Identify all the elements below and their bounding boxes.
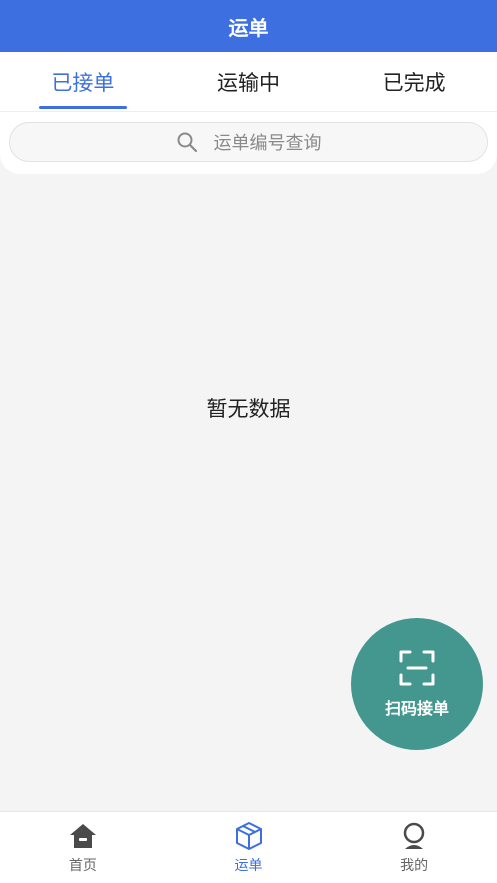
tab-label: 运输中 (217, 70, 280, 95)
tab-in-transit[interactable]: 运输中 (166, 52, 332, 111)
tabbar-item-profile[interactable]: 我的 (331, 812, 497, 883)
tabbar-label: 首页 (68, 857, 97, 874)
scan-icon (398, 649, 436, 687)
search-icon (176, 131, 198, 153)
tab-label: 已完成 (382, 70, 446, 95)
tab-bar: 已接单 运输中 已完成 (0, 52, 497, 112)
search-input[interactable]: 运单编号查询 (9, 122, 488, 162)
tab-label: 已接单 (51, 70, 115, 95)
bottom-tab-bar: 首页 运单 我的 (0, 811, 497, 883)
scan-accept-label: 扫码接单 (384, 699, 449, 718)
active-tab-indicator (38, 106, 127, 109)
tab-accepted[interactable]: 已接单 (0, 52, 166, 111)
search-placeholder: 运单编号查询 (213, 133, 322, 154)
app-header: 运单 (0, 0, 497, 52)
empty-state-text: 暂无数据 (206, 397, 291, 421)
tab-completed[interactable]: 已完成 (331, 52, 497, 111)
home-icon (68, 821, 98, 851)
profile-icon (399, 821, 429, 851)
tabbar-label: 我的 (400, 857, 429, 874)
search-section: 运单编号查询 (0, 112, 497, 174)
scan-accept-button[interactable]: 扫码接单 (351, 618, 483, 750)
page-title: 运单 (228, 15, 269, 40)
tabbar-item-home[interactable]: 首页 (0, 812, 166, 883)
package-icon (234, 821, 264, 851)
tabbar-label: 运单 (234, 857, 263, 874)
tabbar-item-orders[interactable]: 运单 (166, 812, 332, 883)
